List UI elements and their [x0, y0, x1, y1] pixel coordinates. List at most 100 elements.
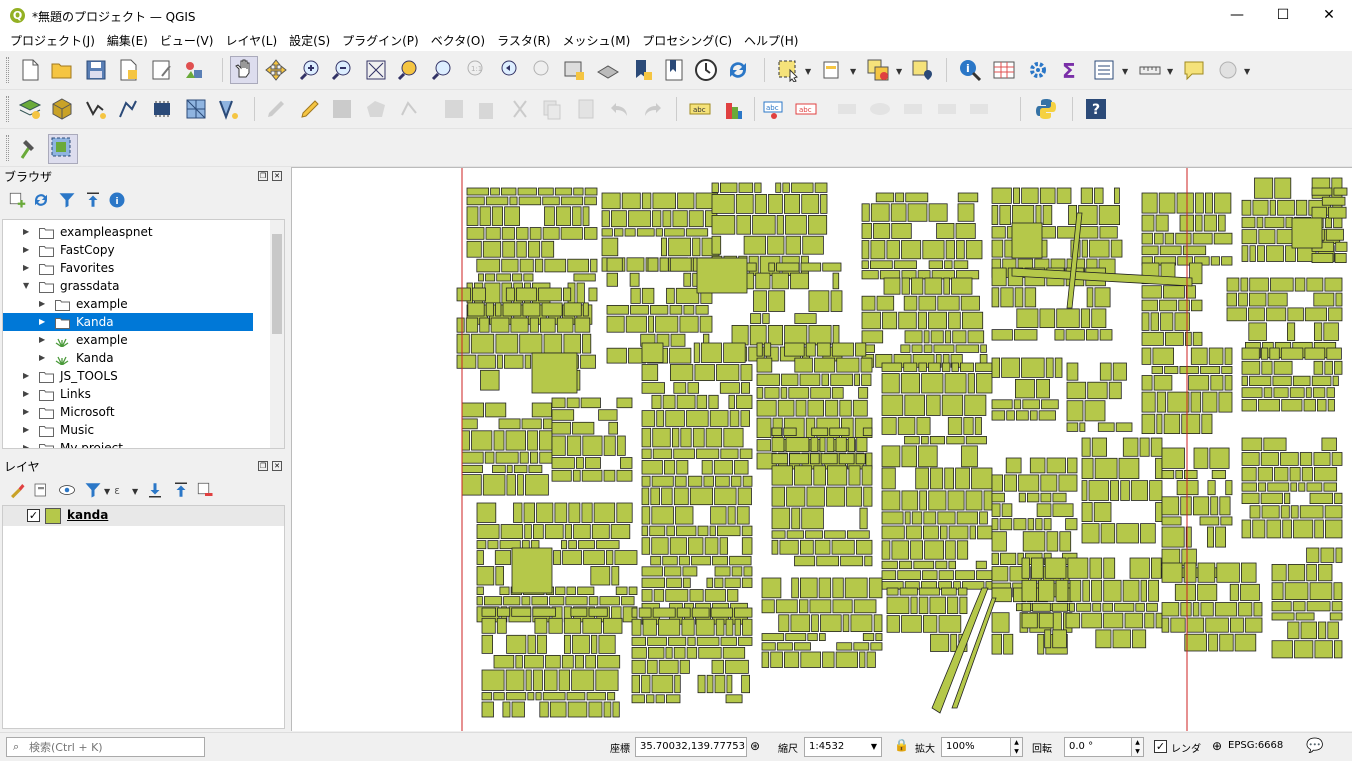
- browser-scrollbar-thumb[interactable]: [272, 234, 282, 334]
- grass-tools-icon[interactable]: [18, 136, 42, 160]
- deselect-features-icon[interactable]: [866, 58, 890, 82]
- rotate-label-icon[interactable]: [902, 97, 926, 121]
- pin-labels-icon[interactable]: abc: [762, 97, 786, 121]
- spatial-bookmark-icon[interactable]: [630, 58, 654, 82]
- expression-dropdown-arrow-icon[interactable]: ▼: [850, 67, 856, 76]
- new-map-view-icon[interactable]: [562, 58, 586, 82]
- change-label-icon[interactable]: [936, 97, 960, 121]
- locator-search-box[interactable]: ⌕: [6, 737, 205, 757]
- map-canvas[interactable]: [291, 167, 1352, 731]
- map-tips-icon[interactable]: [1182, 58, 1206, 82]
- help-contents-icon[interactable]: ?: [1084, 97, 1108, 121]
- locator-settings-icon[interactable]: [1216, 58, 1240, 82]
- filter-legend-icon[interactable]: [84, 481, 102, 499]
- expand-arrow-icon[interactable]: ▶: [23, 241, 29, 259]
- label-properties-icon[interactable]: [968, 97, 992, 121]
- toolbar-grip-3[interactable]: [6, 135, 9, 161]
- refresh-browser-icon[interactable]: [32, 191, 50, 209]
- browser-tree[interactable]: ▶ exampleaspnet ▶ FastCopy ▶ Favorites ▼ grassd…: [2, 219, 285, 449]
- deselect-dropdown-arrow-icon[interactable]: ▼: [896, 67, 902, 76]
- data-source-manager-icon[interactable]: [18, 97, 42, 121]
- browser-item[interactable]: ▶ exampleaspnet: [3, 223, 271, 241]
- browser-scrollbar[interactable]: [270, 220, 284, 448]
- pan-map-icon[interactable]: [230, 56, 258, 84]
- browser-item[interactable]: ▶ example: [3, 331, 271, 349]
- browser-item[interactable]: ▶ Favorites: [3, 259, 271, 277]
- expand-arrow-icon[interactable]: ▶: [23, 403, 29, 421]
- open-project-icon[interactable]: [50, 58, 74, 82]
- menu-view[interactable]: ビュー(V): [154, 31, 220, 51]
- move-label-icon[interactable]: [836, 97, 860, 121]
- current-edits-icon[interactable]: [264, 97, 288, 121]
- layer-row-kanda[interactable]: ✓ kanda: [3, 506, 284, 526]
- save-as-icon[interactable]: [116, 58, 140, 82]
- layer-visibility-checkbox[interactable]: ✓: [27, 509, 40, 522]
- browser-item[interactable]: ▶ example: [3, 295, 271, 313]
- menu-raster[interactable]: ラスタ(R): [491, 31, 556, 51]
- add-group-icon[interactable]: [32, 481, 50, 499]
- browser-item[interactable]: ▼ grassdata: [3, 277, 271, 295]
- processing-toolbox-icon[interactable]: [1026, 58, 1050, 82]
- select-features-icon[interactable]: [776, 58, 800, 83]
- highlight-pinned-labels-icon[interactable]: abc: [794, 97, 818, 121]
- menu-vector[interactable]: ベクタ(O): [425, 31, 491, 51]
- menu-mesh[interactable]: メッシュ(M): [557, 31, 637, 51]
- expand-arrow-icon[interactable]: ▶: [23, 421, 29, 439]
- new-geopackage-layer-icon[interactable]: [50, 97, 74, 121]
- properties-info-icon[interactable]: i: [108, 191, 126, 209]
- cut-features-icon[interactable]: [508, 97, 532, 121]
- rotation-field[interactable]: 0.0 °: [1064, 737, 1132, 757]
- coordinate-field[interactable]: 35.70032,139.77753: [635, 737, 747, 757]
- select-by-location-icon[interactable]: [910, 58, 934, 82]
- temporal-controller-icon[interactable]: [694, 58, 718, 82]
- filter-browser-icon[interactable]: [58, 191, 76, 209]
- expand-arrow-icon[interactable]: ▶: [39, 313, 45, 331]
- layer-styling-icon[interactable]: [8, 481, 26, 499]
- zoom-next-icon[interactable]: [528, 58, 552, 82]
- new-mesh-layer-icon[interactable]: [184, 97, 208, 121]
- toolbar-grip-2[interactable]: [6, 96, 9, 122]
- zoom-to-selection-icon[interactable]: [396, 58, 420, 82]
- layer-symbol-swatch[interactable]: [45, 508, 61, 524]
- new-temporary-layer-icon[interactable]: [116, 97, 140, 121]
- grass-region-icon[interactable]: [48, 134, 78, 164]
- crs-indicator[interactable]: EPSG:6668: [1228, 740, 1283, 751]
- maximize-button[interactable]: ☐: [1260, 0, 1306, 31]
- expand-arrow-icon[interactable]: ▶: [39, 331, 45, 349]
- expression-filter-dropdown-icon[interactable]: ▼: [132, 487, 138, 496]
- browser-item[interactable]: ▶ Kanda: [3, 349, 271, 367]
- toggle-extents-icon[interactable]: ⊛: [750, 739, 760, 753]
- show-hide-labels-icon[interactable]: [868, 97, 892, 121]
- measure-line-icon[interactable]: [1138, 58, 1162, 82]
- expand-arrow-icon[interactable]: ▶: [39, 349, 45, 367]
- select-dropdown-arrow-icon[interactable]: ▼: [805, 67, 811, 76]
- browser-item[interactable]: ▶ FastCopy: [3, 241, 271, 259]
- menu-processing[interactable]: プロセシング(C): [636, 31, 738, 51]
- browser-item[interactable]: ▶ My project: [3, 439, 271, 448]
- refresh-icon[interactable]: [726, 58, 750, 82]
- layers-list[interactable]: ✓ kanda: [2, 505, 285, 729]
- collapse-arrow-icon[interactable]: ▼: [23, 277, 29, 295]
- magnifier-spinner[interactable]: ▲ ▼: [1010, 737, 1023, 757]
- zoom-full-icon[interactable]: [364, 58, 388, 82]
- layer-labeling-icon[interactable]: abc: [688, 97, 712, 121]
- menu-settings[interactable]: 設定(S): [283, 31, 336, 51]
- messages-icon[interactable]: 💬: [1306, 738, 1323, 754]
- expand-arrow-icon[interactable]: ▶: [23, 259, 29, 277]
- browser-item[interactable]: ▶ Microsoft: [3, 403, 271, 421]
- zoom-last-icon[interactable]: [496, 58, 520, 82]
- scale-field[interactable]: 1:4532 ▼: [804, 737, 882, 757]
- zoom-to-layer-icon[interactable]: [430, 58, 454, 82]
- statistical-summary-icon[interactable]: Σ: [1058, 58, 1082, 83]
- new-shapefile-layer-icon[interactable]: [84, 97, 108, 121]
- expand-arrow-icon[interactable]: ▶: [23, 367, 29, 385]
- menu-project[interactable]: プロジェクト(J): [4, 31, 101, 51]
- float-panel-icon[interactable]: ❐: [258, 171, 268, 181]
- python-console-icon[interactable]: [1034, 97, 1058, 121]
- zoom-native-icon[interactable]: 1:1: [462, 58, 486, 82]
- style-manager-icon[interactable]: [182, 58, 206, 82]
- collapse-all-icon[interactable]: [84, 191, 102, 209]
- identify-features-icon[interactable]: i: [958, 58, 982, 82]
- filter-legend-dropdown-icon[interactable]: ▼: [104, 487, 110, 496]
- float-layers-panel-icon[interactable]: ❐: [258, 461, 268, 471]
